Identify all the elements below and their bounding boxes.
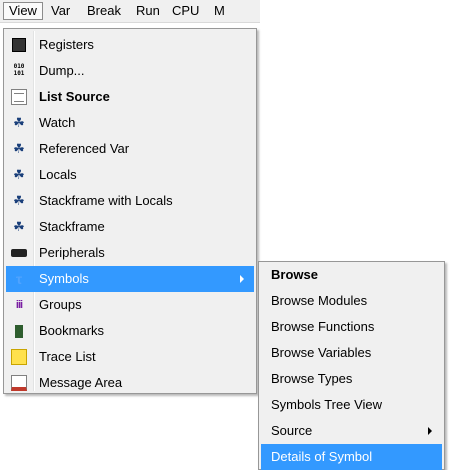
submenu-item-browse-variables[interactable]: Browse Variables [261, 340, 442, 366]
watch-glasses-icon: ☘ [13, 115, 25, 130]
trace-list-icon [11, 349, 27, 365]
submenu-item-details-of-symbol[interactable]: Details of Symbol [261, 444, 442, 470]
menu-item-symbols[interactable]: τ Symbols [6, 266, 254, 292]
menu-item-list-source[interactable]: List Source [6, 84, 254, 110]
symbols-icon: τ [15, 271, 23, 287]
menu-item-label: Peripherals [39, 245, 105, 260]
cpu-chip-icon [12, 38, 26, 52]
menu-item-label: List Source [39, 89, 110, 104]
menu-item-bookmarks[interactable]: Bookmarks [6, 318, 254, 344]
menu-item-watch[interactable]: ☘ Watch [6, 110, 254, 136]
menu-item-stackframe[interactable]: ☘ Stackframe [6, 214, 254, 240]
menu-item-label: Browse Functions [271, 319, 375, 334]
menu-run[interactable]: Run [131, 2, 165, 20]
submenu-item-browse-modules[interactable]: Browse Modules [261, 288, 442, 314]
submenu-item-browse-types[interactable]: Browse Types [261, 366, 442, 392]
locals-glasses-icon: ☘ [13, 167, 25, 182]
menu-item-label: Trace List [39, 349, 96, 364]
menu-item-label: Referenced Var [39, 141, 130, 156]
menu-more[interactable]: M [209, 2, 254, 20]
symbols-submenu: Browse Browse Modules Browse Functions B… [258, 261, 445, 470]
menu-item-message-area[interactable]: Message Area [6, 370, 254, 396]
menu-item-peripherals[interactable]: Peripherals [6, 240, 254, 266]
menu-item-groups[interactable]: iii Groups [6, 292, 254, 318]
menu-item-label: Browse Types [271, 371, 353, 386]
menu-item-label: Registers [39, 37, 94, 52]
menu-break[interactable]: Break [82, 2, 126, 20]
menu-item-label: Source [271, 423, 313, 438]
menu-item-label: Dump... [39, 63, 85, 78]
groups-icon: iii [15, 299, 23, 311]
binary-dump-icon: 010 101 [13, 63, 25, 77]
menu-item-label: Message Area [39, 375, 123, 390]
menu-item-label: Symbols Tree View [271, 397, 383, 412]
submenu-item-symbols-tree-view[interactable]: Symbols Tree View [261, 392, 442, 418]
submenu-arrow-icon [240, 275, 244, 283]
peripherals-chip-icon [11, 249, 27, 257]
menu-item-stackframe-with-locals[interactable]: ☘ Stackframe with Locals [6, 188, 254, 214]
menu-item-label: Stackframe [39, 219, 105, 234]
submenu-arrow-icon [428, 427, 432, 435]
view-menu: Registers 010 101 Dump... List Source ☘ W… [3, 28, 257, 394]
menu-item-label: Browse [271, 267, 318, 282]
referenced-var-glasses-icon: ☘ [13, 141, 25, 156]
menu-item-referenced-var[interactable]: ☘ Referenced Var [6, 136, 254, 162]
menu-item-label: Groups [39, 297, 82, 312]
list-source-icon [11, 89, 27, 105]
menu-item-label: Browse Variables [271, 345, 372, 360]
menu-item-label: Locals [39, 167, 77, 182]
menu-item-trace-list[interactable]: Trace List [6, 344, 254, 370]
submenu-item-source[interactable]: Source [261, 418, 442, 444]
menu-item-label: Watch [39, 115, 76, 130]
menu-item-label: Details of Symbol [271, 449, 373, 464]
menu-item-registers[interactable]: Registers [6, 32, 254, 58]
menu-view[interactable]: View [3, 2, 43, 20]
menu-item-label: Stackframe with Locals [39, 193, 173, 208]
menu-item-dump[interactable]: 010 101 Dump... [6, 58, 254, 84]
submenu-item-browse[interactable]: Browse [261, 262, 442, 288]
bookmark-icon [15, 325, 23, 338]
menu-bar: View Var Break Run CPU M [0, 0, 260, 23]
stackframe-icon: ☘ [13, 219, 25, 234]
message-area-icon [11, 375, 27, 391]
menu-item-locals[interactable]: ☘ Locals [6, 162, 254, 188]
submenu-item-browse-functions[interactable]: Browse Functions [261, 314, 442, 340]
menu-var[interactable]: Var [46, 2, 75, 20]
menu-item-label: Symbols [39, 271, 89, 286]
menu-cpu[interactable]: CPU [167, 2, 204, 20]
menu-item-label: Bookmarks [39, 323, 105, 338]
stackframe-locals-icon: ☘ [13, 193, 25, 208]
menu-item-label: Browse Modules [271, 293, 368, 308]
